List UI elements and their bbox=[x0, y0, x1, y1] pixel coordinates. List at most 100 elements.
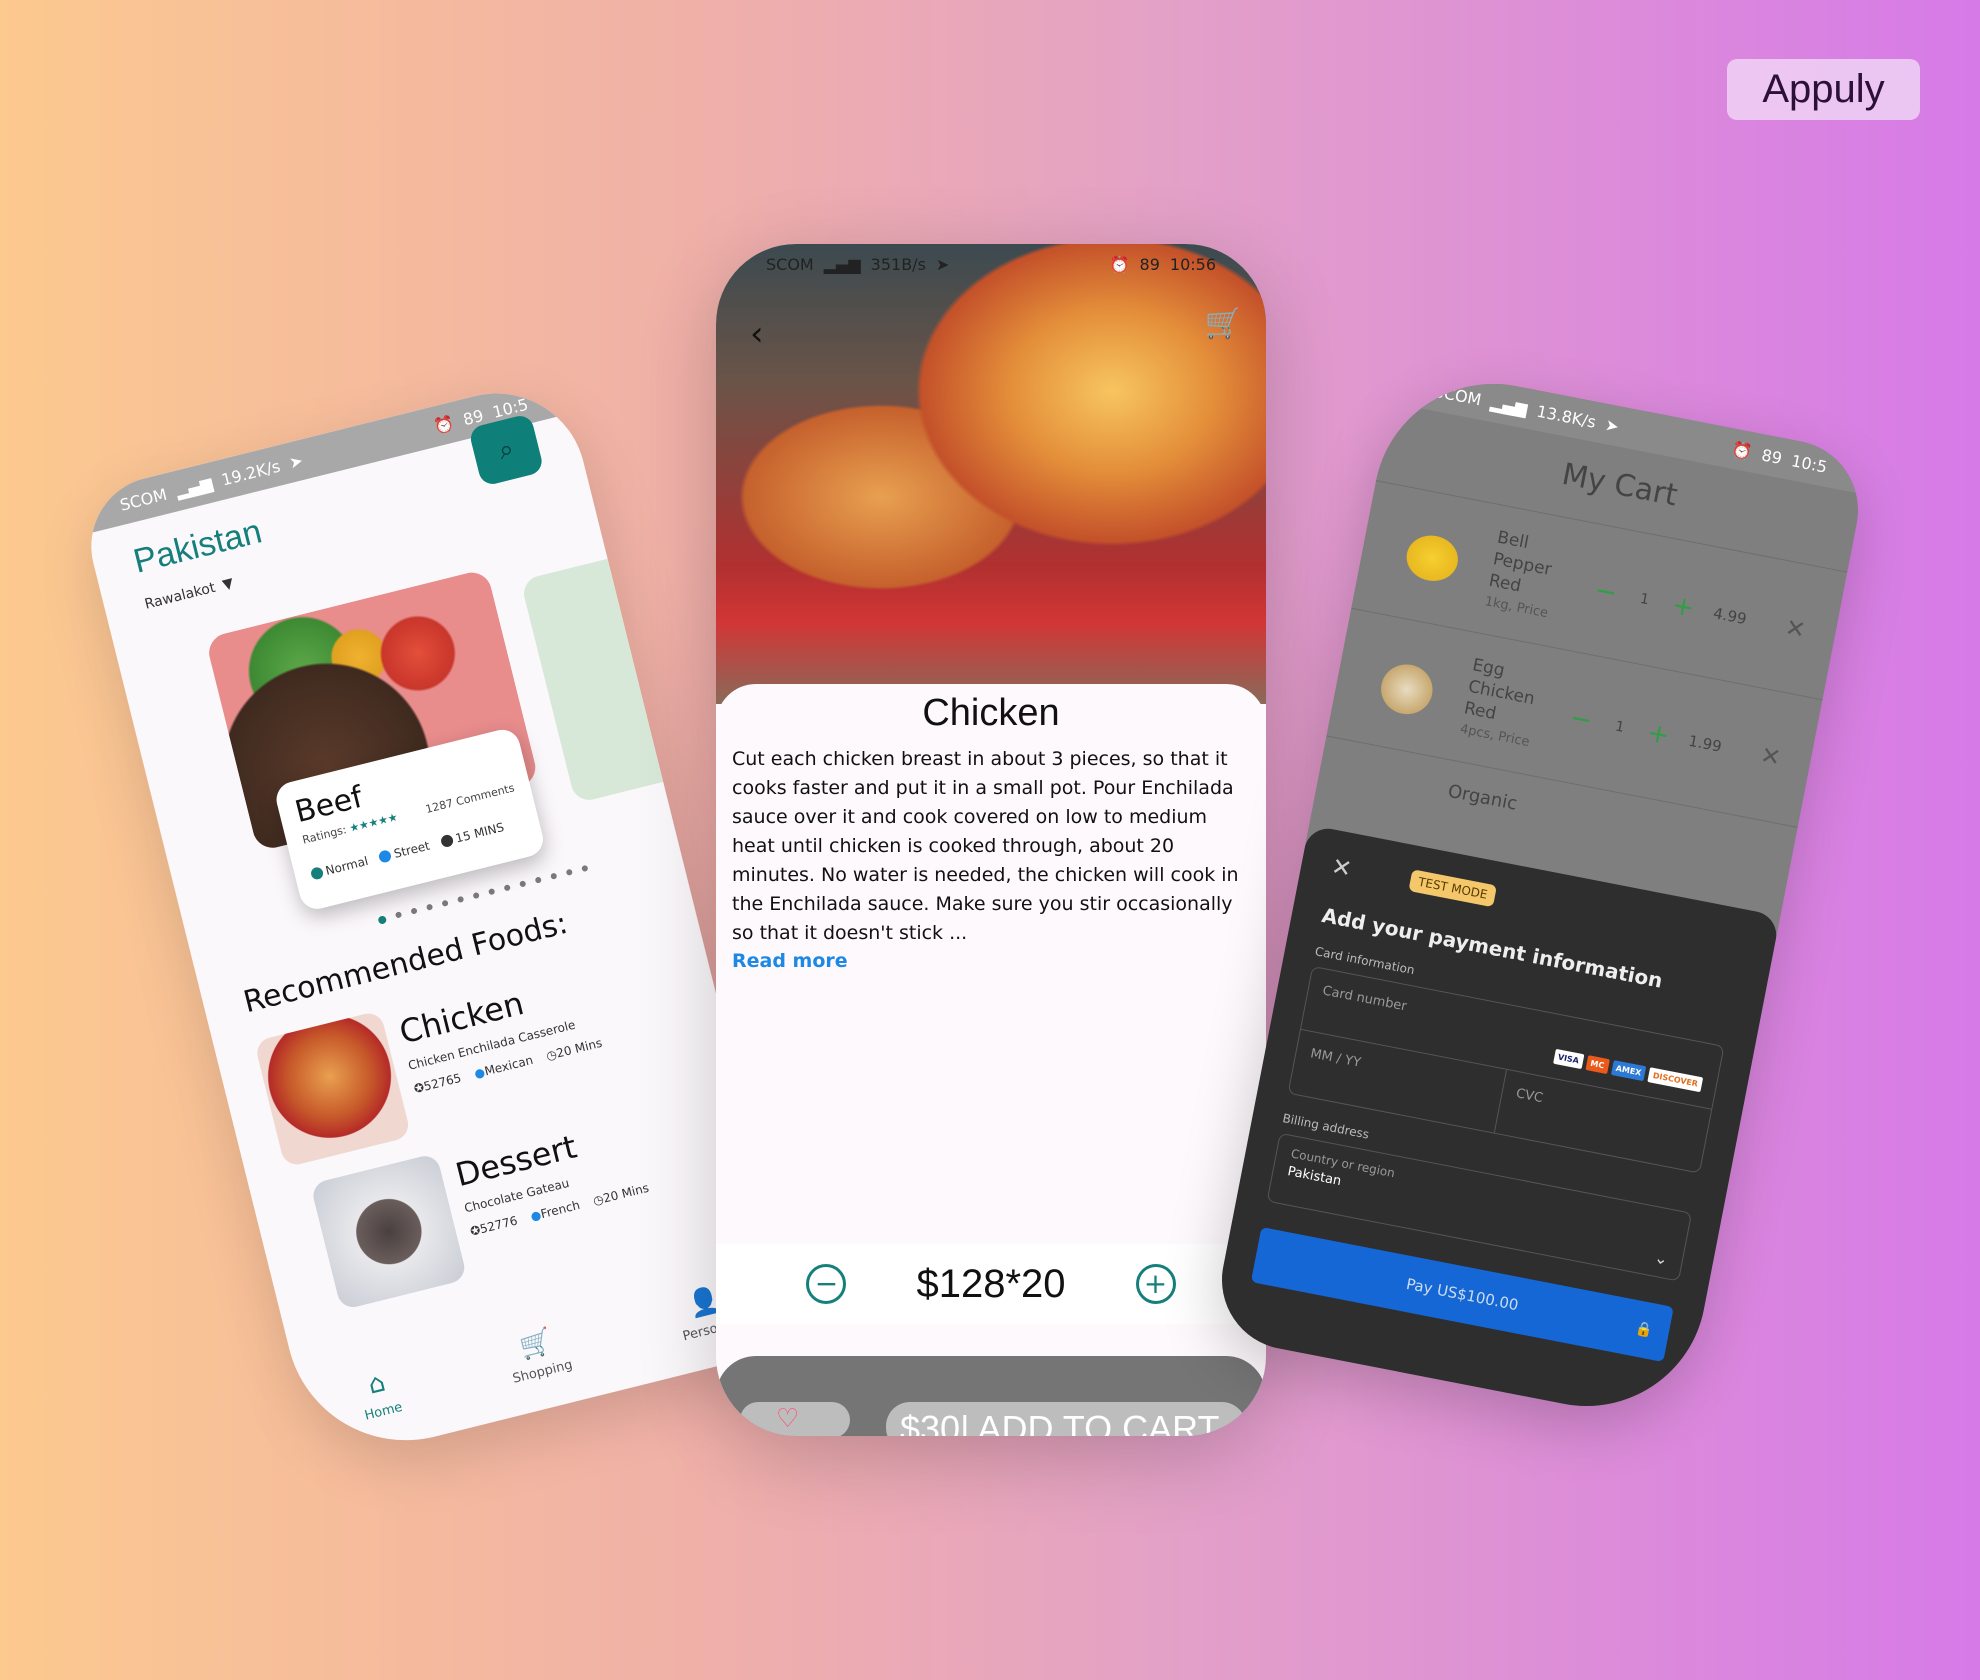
signal-icon: ▂▄▆ bbox=[173, 472, 215, 501]
carousel-dot[interactable] bbox=[425, 903, 434, 911]
bottom-action-bar: ♡ $30| ADD TO CART bbox=[716, 1356, 1266, 1436]
detail-sheet: Chicken Cut each chicken breast in about… bbox=[716, 684, 1266, 1244]
mastercard-icon: MC bbox=[1585, 1055, 1610, 1074]
read-more-link[interactable]: Read more bbox=[732, 950, 1250, 972]
next-card-peek[interactable] bbox=[520, 558, 664, 804]
minus-button[interactable]: − bbox=[1568, 702, 1595, 736]
carrier-label: SCOM bbox=[1432, 381, 1483, 409]
remove-item-button[interactable]: ✕ bbox=[1758, 740, 1783, 771]
cart-item-unit: 1kg, Price bbox=[1483, 593, 1550, 621]
rec-time: 20 Mins bbox=[601, 1180, 651, 1206]
back-button[interactable]: ‹ bbox=[750, 314, 764, 354]
carousel-dot[interactable] bbox=[565, 868, 573, 876]
cuisine-wrap: ●Mexican bbox=[473, 1053, 535, 1081]
carousel-dot[interactable] bbox=[503, 884, 511, 892]
quantity-stepper: − $128*20 + bbox=[716, 1244, 1266, 1324]
plus-button[interactable]: + bbox=[1670, 590, 1697, 624]
clock-icon bbox=[439, 833, 455, 849]
cart-item-name: Bell Pepper Red bbox=[1487, 527, 1554, 596]
featured-food-card[interactable]: Beef Ratings: ★★★★★ 1287 Comments Normal… bbox=[204, 568, 557, 920]
carousel-dot[interactable] bbox=[534, 876, 542, 884]
minus-icon: − bbox=[814, 1267, 839, 1300]
clock: 10:5 bbox=[1789, 450, 1829, 477]
cart-item-stepper: − 1 + bbox=[1592, 575, 1696, 624]
banana-thumbnail bbox=[1386, 515, 1479, 600]
time-label: 15 MINS bbox=[454, 820, 506, 846]
network-speed: 13.8K/s bbox=[1535, 401, 1598, 432]
cart-item-stepper: −1 + bbox=[1568, 702, 1672, 751]
carousel-dot[interactable] bbox=[377, 915, 388, 925]
nav-shopping-label: Shopping bbox=[511, 1356, 575, 1387]
card-fields: Card number VISA MC AMEX DISCOVER MM / Y… bbox=[1287, 965, 1725, 1174]
carrier-label: SCOM bbox=[766, 254, 814, 274]
cart-item-name: Egg Chicken Red bbox=[1462, 654, 1537, 724]
carousel-dot[interactable] bbox=[488, 888, 496, 896]
add-to-cart-button[interactable]: $30| ADD TO CART bbox=[886, 1402, 1246, 1436]
signal-icon: ▂▄▆ bbox=[823, 254, 861, 274]
time-wrap: ◷20 Mins bbox=[592, 1181, 651, 1208]
cart-button[interactable]: 🛒 bbox=[1205, 306, 1242, 341]
card-number-placeholder: Card number bbox=[1321, 983, 1408, 1015]
food-title: Chicken bbox=[922, 692, 1060, 734]
status-bar: SCOM ▂▄▆ 351B/s ➤ ⏰ 89 10:56 bbox=[716, 244, 1266, 284]
food-hero-image: SCOM ▂▄▆ 351B/s ➤ ⏰ 89 10:56 ‹ 🛒 bbox=[716, 244, 1266, 704]
time-wrap: 15 MINS bbox=[439, 820, 506, 849]
level-label: Normal bbox=[324, 853, 370, 878]
location-pin-icon bbox=[378, 849, 393, 864]
clock: 10:56 bbox=[1169, 254, 1216, 274]
rec-count: 52765 bbox=[422, 1070, 463, 1094]
brand-badge: Appuly bbox=[1727, 59, 1920, 120]
count-wrap: ✪52765 bbox=[412, 1071, 462, 1096]
nav-shopping[interactable]: 🛒 Shopping bbox=[502, 1322, 574, 1386]
carousel-dot[interactable] bbox=[394, 911, 403, 919]
city-label: Rawalakot bbox=[143, 579, 217, 613]
nav-home[interactable]: ⌂ Home bbox=[354, 1364, 404, 1423]
carousel-dot[interactable] bbox=[550, 872, 558, 880]
visa-icon: VISA bbox=[1552, 1048, 1585, 1070]
plus-button[interactable]: + bbox=[1645, 717, 1672, 751]
rec-count: 52776 bbox=[478, 1213, 519, 1237]
remove-item-button[interactable]: ✕ bbox=[1783, 613, 1808, 644]
alarm-icon: ⏰ bbox=[1109, 254, 1130, 274]
carousel-dot[interactable] bbox=[581, 864, 589, 873]
cart-icon: 🛒 bbox=[516, 1325, 556, 1363]
close-icon: ✕ bbox=[1758, 740, 1784, 772]
cuisine-wrap: ●French bbox=[529, 1198, 581, 1224]
payment-sheet: ✕ TEST MODE Add your payment information… bbox=[1209, 824, 1781, 1427]
decrease-button[interactable]: − bbox=[806, 1264, 847, 1304]
carousel-dot[interactable] bbox=[456, 895, 465, 904]
search-icon: ⌕ bbox=[495, 433, 517, 466]
increase-button[interactable]: + bbox=[1135, 1264, 1176, 1304]
cart-item-price: 4.99 bbox=[1711, 603, 1749, 628]
origin-wrap: Street bbox=[378, 839, 431, 865]
heart-icon: ♡ bbox=[776, 1404, 800, 1434]
rec-cuisine: French bbox=[539, 1197, 582, 1222]
cart-item-unit: 4pcs, Price bbox=[1458, 721, 1531, 750]
level-wrap: Normal bbox=[309, 853, 370, 882]
cart-payment-phone: SCOM ▂▄▆ 13.8K/s ➤ ⏰ 89 10:5 My Cart Bell Pep… bbox=[1209, 363, 1871, 1427]
time-wrap: ◷20 Mins bbox=[545, 1036, 604, 1063]
signal-icon: ▂▄▆ bbox=[1489, 392, 1530, 418]
chicken-thumbnail bbox=[253, 1010, 412, 1168]
cart-icon: 🛒 bbox=[1204, 306, 1242, 341]
close-icon: ✕ bbox=[1329, 851, 1355, 884]
chevron-down-icon: ⌄ bbox=[1652, 1247, 1670, 1269]
carousel-dot[interactable] bbox=[441, 899, 449, 907]
cart-item-qty: 1 bbox=[1638, 590, 1651, 608]
battery-level: 89 bbox=[1760, 444, 1784, 468]
caret-down-icon: ▼ bbox=[220, 575, 236, 594]
chevron-left-icon: ‹ bbox=[750, 314, 764, 354]
rec-time: 20 Mins bbox=[554, 1035, 604, 1061]
carousel-dot[interactable] bbox=[519, 880, 527, 888]
home-icon: ⌂ bbox=[364, 1367, 389, 1401]
alarm-icon: ⏰ bbox=[1730, 439, 1754, 462]
pay-button-label: Pay US$100.00 bbox=[1404, 1274, 1520, 1315]
telegram-icon: ➤ bbox=[1603, 414, 1621, 436]
favorite-button[interactable]: ♡ bbox=[740, 1402, 850, 1436]
carousel-dot[interactable] bbox=[410, 907, 418, 915]
cart-item-qty: 1 bbox=[1613, 717, 1626, 736]
cart-item-info: Egg Chicken Red 4pcs, Price bbox=[1458, 654, 1559, 757]
home-screen-phone: SCOM ▂▄▆ 19.2K/s ➤ ⏰ 89 10:5 Pakistan Rawalak… bbox=[76, 374, 804, 1466]
carousel-dot[interactable] bbox=[472, 891, 480, 900]
minus-button[interactable]: − bbox=[1592, 575, 1619, 609]
